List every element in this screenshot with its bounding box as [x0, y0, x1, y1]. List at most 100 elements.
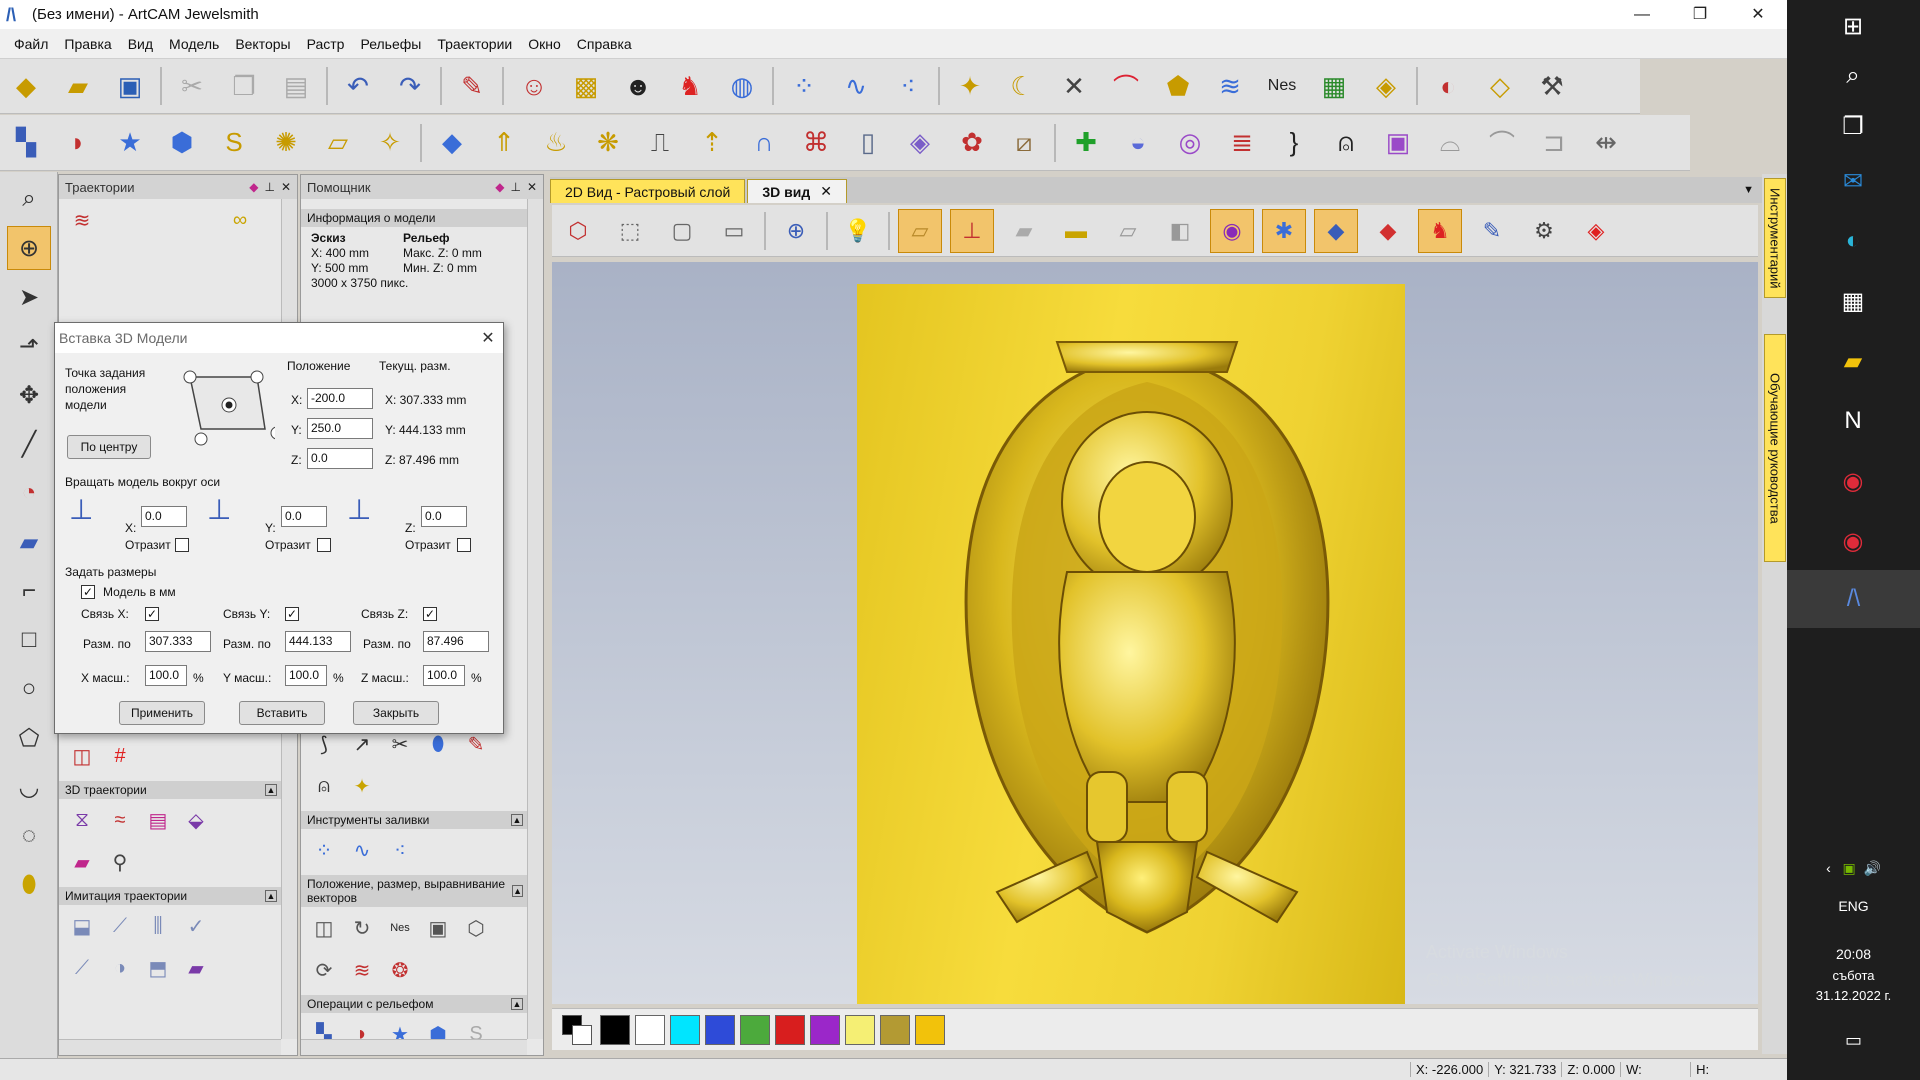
layer-edit-icon[interactable]: ▰: [7, 520, 51, 564]
sim-check-icon[interactable]: ✓: [181, 911, 211, 941]
diamond-plate-icon[interactable]: ◈: [898, 121, 942, 165]
wave-icon[interactable]: ∿: [834, 64, 878, 108]
swatch[interactable]: [600, 1014, 630, 1045]
tab-tutorials[interactable]: Обучающие руководства: [1764, 334, 1786, 562]
points-icon[interactable]: ⁘: [782, 64, 826, 108]
menu-raster[interactable]: Растр: [299, 36, 353, 52]
plane-icon[interactable]: ▱: [316, 121, 360, 165]
extrude-icon[interactable]: ⬢: [160, 121, 204, 165]
undo-icon[interactable]: ↶: [336, 64, 380, 108]
swatch[interactable]: [635, 1014, 665, 1045]
autohide-icon[interactable]: ⊥: [264, 180, 274, 194]
tab-2d-view[interactable]: 2D Вид - Растровый слой: [550, 179, 746, 203]
panel-close-icon[interactable]: ✕: [281, 180, 291, 194]
artcam-taskbar-icon[interactable]: /\: [1787, 570, 1920, 628]
search-icon[interactable]: ⌕: [1827, 50, 1879, 102]
curve-icon[interactable]: ⌒: [1480, 121, 1524, 165]
menu-vectors[interactable]: Векторы: [227, 36, 298, 52]
wire-box-icon[interactable]: ⬚: [608, 209, 652, 253]
circle-icon[interactable]: ○: [7, 667, 51, 711]
section-3d-trajectories[interactable]: 3D траектории ▲: [59, 781, 281, 799]
paste-icon[interactable]: ▤: [274, 64, 318, 108]
red-figure-icon[interactable]: ♞: [668, 64, 712, 108]
nodes-icon[interactable]: ⁖: [886, 64, 930, 108]
windows-start-icon[interactable]: ⊞: [1827, 0, 1879, 52]
arch-icon[interactable]: ∩: [742, 121, 786, 165]
shape-editor-icon[interactable]: ◗: [56, 121, 100, 165]
move-up-icon[interactable]: ⇡: [690, 121, 734, 165]
clock-time[interactable]: 20:08: [1787, 946, 1920, 962]
sphere-mesh-icon[interactable]: ◍: [720, 64, 764, 108]
volume-icon[interactable]: 🔊: [1863, 860, 1880, 876]
grey-block-icon[interactable]: ◧: [1158, 209, 1202, 253]
close-dialog-button[interactable]: Закрыть: [353, 701, 439, 725]
column-icon[interactable]: ▯: [846, 121, 890, 165]
paint-icon[interactable]: ◔: [7, 471, 51, 515]
fill-wave-icon[interactable]: ∿: [347, 835, 377, 865]
position-x-field[interactable]: -200.0: [307, 388, 373, 409]
select-arrow-icon[interactable]: ➤: [7, 275, 51, 319]
paint-brush-icon[interactable]: ✎: [1470, 209, 1514, 253]
cut-icon[interactable]: ✂: [170, 64, 214, 108]
insert-button[interactable]: Вставить: [239, 701, 325, 725]
menu-help[interactable]: Справка: [569, 36, 640, 52]
swatch[interactable]: [775, 1014, 805, 1045]
gold-bar-icon[interactable]: ▬: [1054, 209, 1098, 253]
scraper-icon[interactable]: ⧄: [1002, 121, 1046, 165]
position-z-field[interactable]: 0.0: [307, 448, 373, 469]
zoom-in-icon[interactable]: ⊕: [774, 209, 818, 253]
swatch[interactable]: [670, 1014, 700, 1045]
relief-shade-icon[interactable]: ▰: [1002, 209, 1046, 253]
gem-icon[interactable]: ⬟: [1156, 64, 1200, 108]
menu-model[interactable]: Модель: [161, 36, 227, 52]
link-y-checkbox[interactable]: ✓: [285, 607, 299, 621]
autohide-icon[interactable]: ⊥: [510, 180, 520, 194]
tools-icon[interactable]: ⚒: [1530, 64, 1574, 108]
apply-button[interactable]: Применить: [119, 701, 205, 725]
anchor-point-picker[interactable]: [165, 365, 275, 447]
pocket-icon[interactable]: ▰: [67, 847, 97, 877]
sim-paint-icon[interactable]: ◑: [105, 953, 135, 983]
open-folder-icon[interactable]: ▰: [56, 64, 100, 108]
helper-vscroll[interactable]: [527, 199, 543, 1039]
save-icon[interactable]: ▣: [108, 64, 152, 108]
flower-icon[interactable]: ✿: [950, 121, 994, 165]
swatch[interactable]: [880, 1014, 910, 1045]
fit-width-icon[interactable]: ⇹: [1584, 121, 1628, 165]
color-diamond-icon[interactable]: ◈: [1574, 209, 1618, 253]
transform-vector-icon[interactable]: ⬡: [461, 913, 491, 943]
cross-tool-icon[interactable]: ✕: [1052, 64, 1096, 108]
size-y-field[interactable]: 444.133: [285, 631, 351, 652]
drill-icon[interactable]: ⬙: [181, 805, 211, 835]
text-grid-icon[interactable]: ▦: [1312, 64, 1356, 108]
pin-icon[interactable]: ◆: [495, 180, 504, 194]
flat-relief-icon[interactable]: ◆: [430, 121, 474, 165]
scale-x-field[interactable]: 100.0: [145, 665, 187, 686]
mirror-y-checkbox[interactable]: [317, 538, 331, 552]
panel-close-icon[interactable]: ✕: [527, 180, 537, 194]
rectangle-icon[interactable]: □: [7, 618, 51, 662]
collapse-icon[interactable]: ▲: [512, 885, 523, 897]
layers-icon[interactable]: ≋: [1208, 64, 1252, 108]
tab-toolbox[interactable]: Инструментарий: [1764, 178, 1786, 298]
star-sparkle-icon[interactable]: ✦: [347, 771, 377, 801]
pin-icon[interactable]: ◆: [249, 180, 258, 194]
task-view-icon[interactable]: ❐: [1827, 100, 1879, 152]
settings-gear-icon[interactable]: ⚙: [1522, 209, 1566, 253]
spiral-icon[interactable]: ❂: [385, 955, 415, 985]
swatch[interactable]: [810, 1014, 840, 1045]
blend-icon[interactable]: ❋: [586, 121, 630, 165]
edit-icon[interactable]: ✎: [450, 64, 494, 108]
bowl-icon[interactable]: ◒: [1116, 121, 1160, 165]
light-bulb-icon[interactable]: 💡: [836, 209, 880, 253]
weave-red-icon[interactable]: ≋: [347, 955, 377, 985]
spin-icon[interactable]: S: [212, 121, 256, 165]
move-vector-icon[interactable]: ◫: [309, 913, 339, 943]
front-box-icon[interactable]: ▢: [660, 209, 704, 253]
portrait-icon[interactable]: ☺: [512, 64, 556, 108]
nesting-icon[interactable]: Nes: [1260, 64, 1304, 108]
swatch[interactable]: [915, 1014, 945, 1045]
size-x-field[interactable]: 307.333: [145, 631, 211, 652]
raster-path-icon[interactable]: ▤: [143, 805, 173, 835]
rotate-x-field[interactable]: 0.0: [141, 506, 187, 527]
